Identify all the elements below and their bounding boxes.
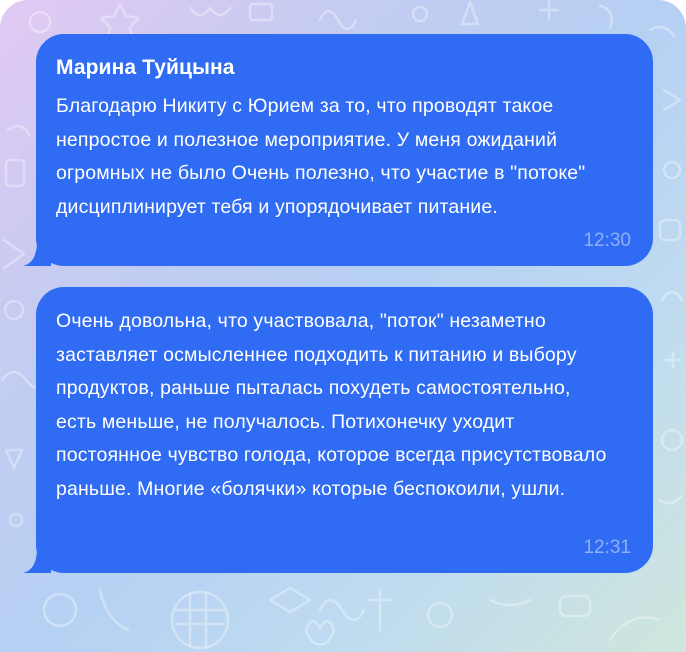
message-bubble[interactable]: Марина Туйцына Благодарю Никиту с Юрием … [23, 34, 653, 266]
message-time: 12:30 [583, 230, 631, 251]
bubble-tail [23, 244, 51, 266]
sender-name[interactable]: Марина Туйцына [56, 54, 633, 82]
bubble-tail [23, 551, 51, 573]
message-text: Очень довольна, что участвовала, "поток"… [56, 310, 607, 500]
message-text: Благодарю Никиту с Юрием за то, что пров… [56, 95, 586, 218]
message-time: 12:31 [583, 537, 631, 558]
chat-background: Марина Туйцына Благодарю Никиту с Юрием … [0, 0, 686, 652]
message-bubble[interactable]: Очень довольна, что участвовала, "поток"… [23, 287, 653, 573]
